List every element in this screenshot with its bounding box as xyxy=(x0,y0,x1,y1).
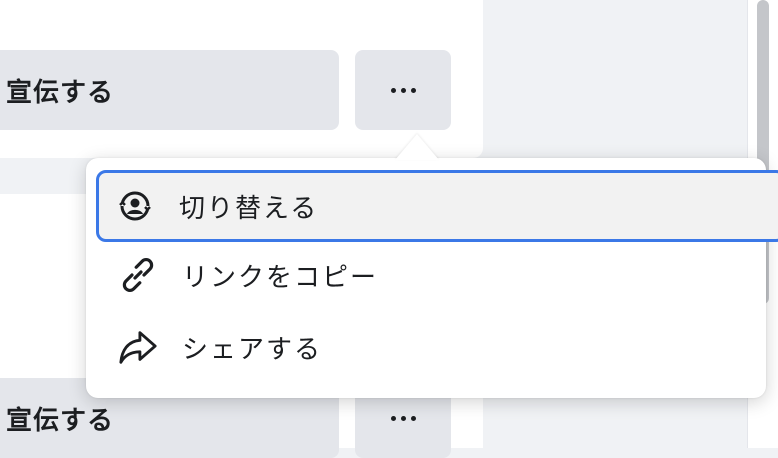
promote-button[interactable]: 宣伝する xyxy=(0,50,339,130)
menu-item-copy-link[interactable]: リンクをコピー xyxy=(98,240,738,310)
menu-item-label: リンクをコピー xyxy=(182,262,379,293)
more-icon xyxy=(390,87,416,93)
menu-item-label: 切り替える xyxy=(179,193,319,224)
more-icon xyxy=(390,415,416,421)
account-switch-icon xyxy=(115,186,155,226)
promote-button-label: 宣伝する xyxy=(6,77,115,108)
menu-pointer xyxy=(395,134,439,160)
menu-item-label: シェアする xyxy=(182,334,323,365)
menu-item-switch[interactable]: 切り替える xyxy=(96,170,778,242)
menu-item-share[interactable]: シェアする xyxy=(98,312,738,382)
share-arrow-icon xyxy=(118,327,158,367)
section-divider xyxy=(0,158,100,194)
more-options-button[interactable] xyxy=(355,50,451,130)
promote-button-label: 宣伝する xyxy=(6,405,115,436)
options-menu: 切り替える リンクをコピー シェアする xyxy=(86,158,778,398)
link-icon xyxy=(118,255,158,295)
